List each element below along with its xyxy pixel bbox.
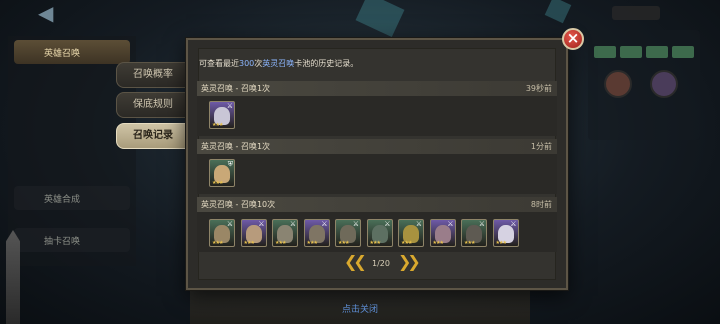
tab-pity-rules[interactable]: 保底规则: [116, 92, 190, 118]
bg-chip: [620, 46, 642, 58]
record-hero-row: [197, 154, 557, 194]
bg-menu-item: 英雄合成: [14, 186, 130, 210]
record-hero-row: [197, 96, 557, 136]
record-header: 英灵召唤 - 召唤1次 39秒前: [197, 81, 557, 96]
page-indicator: 1/20: [372, 259, 390, 268]
hero-star-rating: ★★★: [212, 122, 223, 128]
hero-star-rating: ★★★: [338, 240, 349, 246]
hero-portrait-icon[interactable]: ⚔ ★★★: [366, 219, 393, 247]
record-label: 英灵召唤 - 召唤1次: [201, 142, 271, 151]
record-label: 英灵召唤 - 召唤1次: [201, 84, 271, 93]
hero-class-icon: ⚔: [510, 220, 517, 228]
hero-portrait-icon[interactable]: ⚔ ★★★: [429, 219, 456, 247]
crystal-decor: [355, 0, 405, 38]
hero-star-rating: ★★★: [212, 180, 223, 186]
info-count: 300: [239, 59, 255, 68]
bg-menu-item: 英雄召唤: [14, 40, 130, 64]
hero-class-icon: ⚔: [226, 220, 233, 228]
hero-class-icon: ⚔: [226, 102, 233, 110]
crystal-decor: [544, 0, 572, 24]
bg-avatar: [650, 70, 678, 98]
hero-star-rating: ★★★: [212, 240, 223, 246]
close-icon[interactable]: ×: [562, 28, 584, 50]
hero-class-icon: ⚔: [352, 220, 359, 228]
hero-class-icon: ⚔: [258, 220, 265, 228]
hero-portrait-icon[interactable]: ⚔ ★★★: [272, 219, 298, 247]
record-time: 1分前: [530, 142, 552, 151]
hero-class-icon: ⚔: [478, 220, 485, 228]
hero-portrait-icon[interactable]: ⚔ ★★★: [398, 219, 424, 247]
bg-chip: [672, 46, 694, 58]
hero-star-rating: ★★★: [243, 240, 255, 246]
info-suffix: 卡池的历史记录。: [294, 59, 359, 68]
hero-portrait-icon[interactable]: ⚔ ★★★: [303, 219, 330, 247]
hero-portrait-icon[interactable]: ⚔ ★★★: [492, 219, 519, 247]
hero-star-rating: ★★★: [401, 240, 412, 246]
hero-class-icon: ⚔: [447, 220, 454, 228]
record-label: 英灵召唤 - 召唤10次: [201, 200, 276, 209]
info-pool-name: 英灵召唤: [262, 59, 295, 68]
hero-class-icon: ⚔: [415, 220, 422, 228]
tab-summon-history[interactable]: 召唤记录: [116, 123, 190, 149]
hero-portrait-icon[interactable]: ⚔ ★★★: [209, 219, 235, 247]
hero-star-rating: ★★★: [495, 240, 507, 246]
back-arrow-icon: ◀: [38, 1, 54, 25]
bg-chip: [646, 46, 668, 58]
hero-star-rating: ★★★: [306, 240, 318, 246]
hero-portrait-icon[interactable]: ⚔ ★★★: [461, 219, 487, 247]
hero-star-rating: ★★★: [432, 240, 444, 246]
hero-portrait-icon[interactable]: ⛨ ★★★: [209, 159, 235, 187]
hero-portrait-icon[interactable]: ⚔ ★★★: [240, 219, 267, 247]
hero-class-icon: ⚔: [289, 220, 296, 228]
hero-star-rating: ★★★: [275, 240, 286, 246]
hero-class-icon: ⛨: [227, 160, 233, 168]
hero-portrait-icon[interactable]: ⚔ ★★★: [335, 219, 361, 247]
bg-menu-item: 抽卡召唤: [14, 228, 130, 252]
record-time: 8时前: [530, 200, 552, 209]
tab-summon-rate[interactable]: 召唤概率: [116, 62, 190, 88]
info-prefix: 可查看最近: [199, 59, 239, 68]
double-chevron-left-icon[interactable]: ❮❮: [344, 254, 367, 270]
bg-resource-chip: [612, 6, 660, 20]
bg-avatar: [604, 70, 632, 98]
hero-portrait-icon[interactable]: ⚔ ★★★: [209, 101, 235, 129]
record-header: 英灵召唤 - 召唤10次 8时前: [197, 197, 557, 212]
hero-class-icon: ⚔: [321, 220, 328, 228]
record-time: 39秒前: [525, 84, 552, 93]
hero-class-icon: ⚔: [384, 220, 391, 228]
hero-star-rating: ★★★: [369, 240, 381, 246]
tap-to-close-hint[interactable]: 点击关闭: [0, 302, 720, 315]
bg-chip: [594, 46, 616, 58]
double-chevron-right-icon[interactable]: ❯❯: [398, 254, 421, 270]
history-info-text: 可查看最近300次英灵召唤卡池的历史记录。: [199, 58, 358, 69]
hero-star-rating: ★★★: [464, 240, 475, 246]
record-header: 英灵召唤 - 召唤1次 1分前: [197, 139, 557, 154]
